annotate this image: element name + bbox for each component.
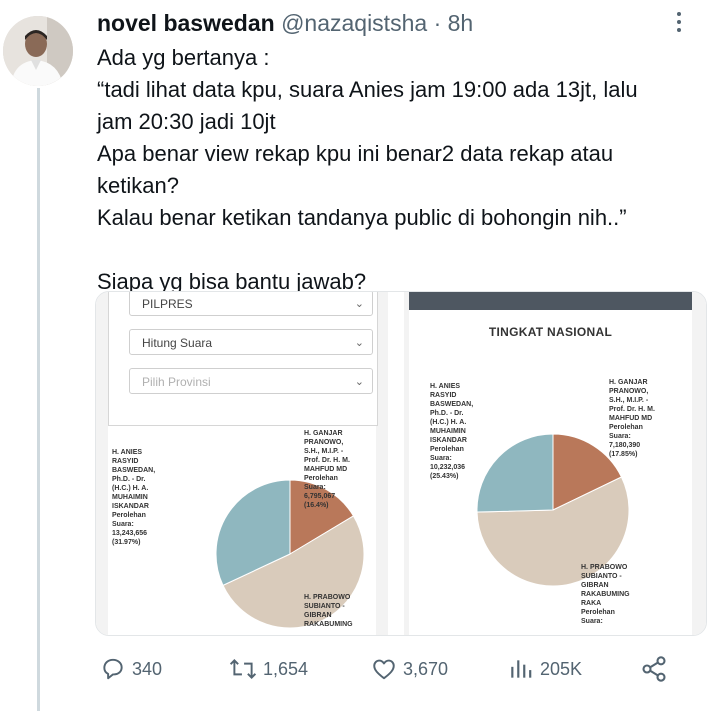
label-prabowo-left: H. PRABOWO SUBIANTO - GIBRAN RAKABUMING <box>304 594 353 628</box>
like-icon <box>373 659 395 680</box>
avatar-image <box>3 16 73 86</box>
count-type-select: Hitung Suara ⌄ <box>129 329 373 355</box>
tweet-line: ketikan? <box>97 173 179 198</box>
views-icon <box>511 660 532 678</box>
timestamp[interactable]: 8h <box>448 10 474 36</box>
tweet-line: Apa benar view rekap kpu ini benar2 data… <box>97 141 614 166</box>
like-count: 3,670 <box>403 658 449 679</box>
chevron-down-icon: ⌄ <box>354 376 364 388</box>
views-button[interactable]: 205K <box>508 654 582 684</box>
reply-button[interactable]: 340 <box>100 654 162 684</box>
election-select: PILPRES ⌄ <box>129 292 373 316</box>
separator-dot: · <box>433 10 442 36</box>
province-select: Pilih Provinsi ⌄ <box>129 368 373 394</box>
label-anies-right: H. ANIES RASYID BASWEDAN, Ph.D. - Dr. (H… <box>430 383 474 480</box>
chevron-down-icon: ⌄ <box>354 337 364 349</box>
select-value: Hitung Suara <box>142 336 213 350</box>
repost-icon <box>229 659 257 679</box>
label-ganjar-right: H. GANJAR PRANOWO, S.H., M.I.P. - Prof. … <box>609 379 655 458</box>
select-value: PILPRES <box>142 297 193 311</box>
tweet-media[interactable]: PILPRES ⌄ Hitung Suara ⌄ Pilih Provinsi … <box>95 291 707 636</box>
media-image-left[interactable]: PILPRES ⌄ Hitung Suara ⌄ Pilih Provinsi … <box>96 292 388 635</box>
label-anies-left: H. ANIES RASYID BASWEDAN, Ph.D. - Dr. (H… <box>112 449 156 546</box>
select-placeholder: Pilih Provinsi <box>142 375 211 389</box>
display-name[interactable]: novel baswedan <box>97 10 275 36</box>
filter-form: PILPRES ⌄ Hitung Suara ⌄ Pilih Provinsi … <box>108 292 378 426</box>
tweet-line: Ada yg bertanya : <box>97 45 270 70</box>
media-image-right[interactable]: TINGKAT NASIONAL H. ANIES RASYID BASWEDA… <box>404 292 706 635</box>
thread-line <box>37 88 40 711</box>
like-button[interactable]: 3,670 <box>371 654 448 684</box>
view-count: 205K <box>540 658 583 679</box>
reply-icon <box>103 658 123 680</box>
tweet-line: jam 20:30 jadi 10jt <box>97 109 276 134</box>
share-icon <box>642 656 666 682</box>
avatar[interactable] <box>3 16 73 86</box>
tweet-line: Kalau benar ketikan tandanya public di b… <box>97 205 627 230</box>
label-ganjar-left: H. GANJAR PRANOWO, S.H., M.I.P. - Prof. … <box>304 430 350 509</box>
repost-button[interactable]: 1,654 <box>229 654 308 684</box>
tweet-header: novel baswedan @nazaqistsha · 8h <box>97 10 473 37</box>
label-prabowo-right: H. PRABOWO SUBIANTO - GIBRAN RAKABUMING … <box>581 564 630 625</box>
chevron-down-icon: ⌄ <box>354 298 364 310</box>
national-card: TINGKAT NASIONAL H. ANIES RASYID BASWEDA… <box>409 292 692 635</box>
share-button[interactable] <box>640 654 668 684</box>
tweet-line: “tadi lihat data kpu, suara Anies jam 19… <box>97 77 638 102</box>
tweet-text: Ada yg bertanya : “tadi lihat data kpu, … <box>97 42 697 298</box>
more-options-icon[interactable] <box>672 12 686 38</box>
reply-count: 340 <box>132 658 163 679</box>
pie-card-left: H. ANIES RASYID BASWEDAN, Ph.D. - Dr. (H… <box>108 426 376 635</box>
user-handle[interactable]: @nazaqistsha <box>281 10 427 36</box>
pie-slice-anies <box>476 433 554 513</box>
repost-count: 1,654 <box>263 658 309 679</box>
